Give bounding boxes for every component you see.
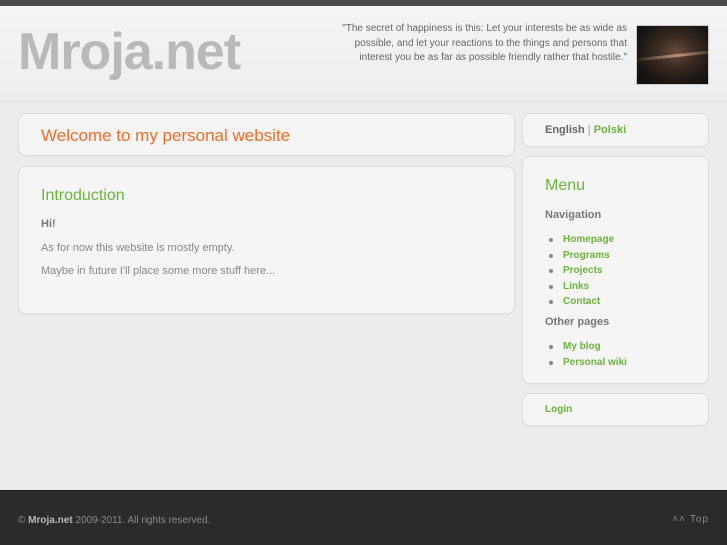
nav-item-links[interactable]: Links: [545, 279, 614, 295]
login-box: Login: [522, 393, 709, 426]
bullet-icon: [549, 300, 553, 304]
other-pages-list: My blog Personal wiki: [545, 339, 627, 370]
navigation-list: Homepage Programs Projects Links Contact: [545, 232, 614, 310]
bullet-icon: [549, 269, 553, 273]
back-to-top-link[interactable]: ˄˄ Top: [672, 514, 709, 525]
language-box: English | Polski: [522, 113, 709, 147]
nav-item-label[interactable]: Personal wiki: [563, 357, 627, 368]
nav-item-contact[interactable]: Contact: [545, 294, 614, 310]
nav-item-personal-wiki[interactable]: Personal wiki: [545, 355, 627, 371]
language-english[interactable]: English: [545, 124, 585, 136]
top-label[interactable]: Top: [690, 514, 709, 525]
menu-title: Menu: [545, 177, 586, 194]
introduction-title: Introduction: [41, 187, 125, 204]
nav-item-label[interactable]: Programs: [563, 250, 610, 261]
header-quote: "The secret of happiness is this: Let yo…: [342, 23, 627, 63]
site-logo[interactable]: Mroja.net: [18, 20, 241, 84]
footer-site-name: Mroja.net: [28, 515, 73, 526]
chevron-up-icon: ˄˄: [672, 514, 686, 525]
navigation-heading: Navigation: [545, 209, 602, 221]
footer-rights-text: 2009-2011. All rights reserved.: [75, 515, 211, 526]
nav-item-label[interactable]: Contact: [563, 296, 600, 307]
footer-copyright: © Mroja.net 2009-2011. All rights reserv…: [18, 515, 210, 526]
language-polski-link[interactable]: Polski: [594, 124, 626, 136]
nav-item-label[interactable]: Links: [563, 281, 589, 292]
language-separator: |: [587, 124, 591, 136]
nav-item-projects[interactable]: Projects: [545, 263, 614, 279]
copyright-symbol: ©: [18, 515, 26, 526]
nav-item-my-blog[interactable]: My blog: [545, 339, 627, 355]
nav-item-label[interactable]: My blog: [563, 341, 601, 352]
nav-item-label[interactable]: Projects: [563, 265, 602, 276]
header: Mroja.net "The secret of happiness is th…: [0, 6, 727, 102]
bullet-icon: [549, 345, 553, 349]
nav-item-homepage[interactable]: Homepage: [545, 232, 614, 248]
intro-paragraph: As for now this website is mostly empty.: [41, 242, 235, 254]
introduction-box: Introduction Hi! As for now this website…: [18, 166, 515, 314]
bullet-icon: [549, 284, 553, 289]
greeting-text: Hi!: [41, 218, 56, 230]
menu-box: Menu Navigation Homepage Programs Projec…: [522, 156, 709, 384]
footer: © Mroja.net 2009-2011. All rights reserv…: [0, 490, 727, 545]
nav-item-programs[interactable]: Programs: [545, 248, 614, 264]
bullet-icon: [549, 360, 553, 365]
login-link[interactable]: Login: [545, 404, 572, 415]
nav-item-label[interactable]: Homepage: [563, 234, 614, 245]
other-pages-heading: Other pages: [545, 316, 610, 328]
intro-paragraph: Maybe in future I'll place some more stu…: [41, 265, 276, 277]
welcome-title: Welcome to my personal website: [41, 126, 291, 145]
header-image: [636, 25, 709, 85]
bullet-icon: [549, 253, 553, 258]
welcome-box: Welcome to my personal website: [18, 113, 515, 156]
bullet-icon: [549, 238, 553, 242]
